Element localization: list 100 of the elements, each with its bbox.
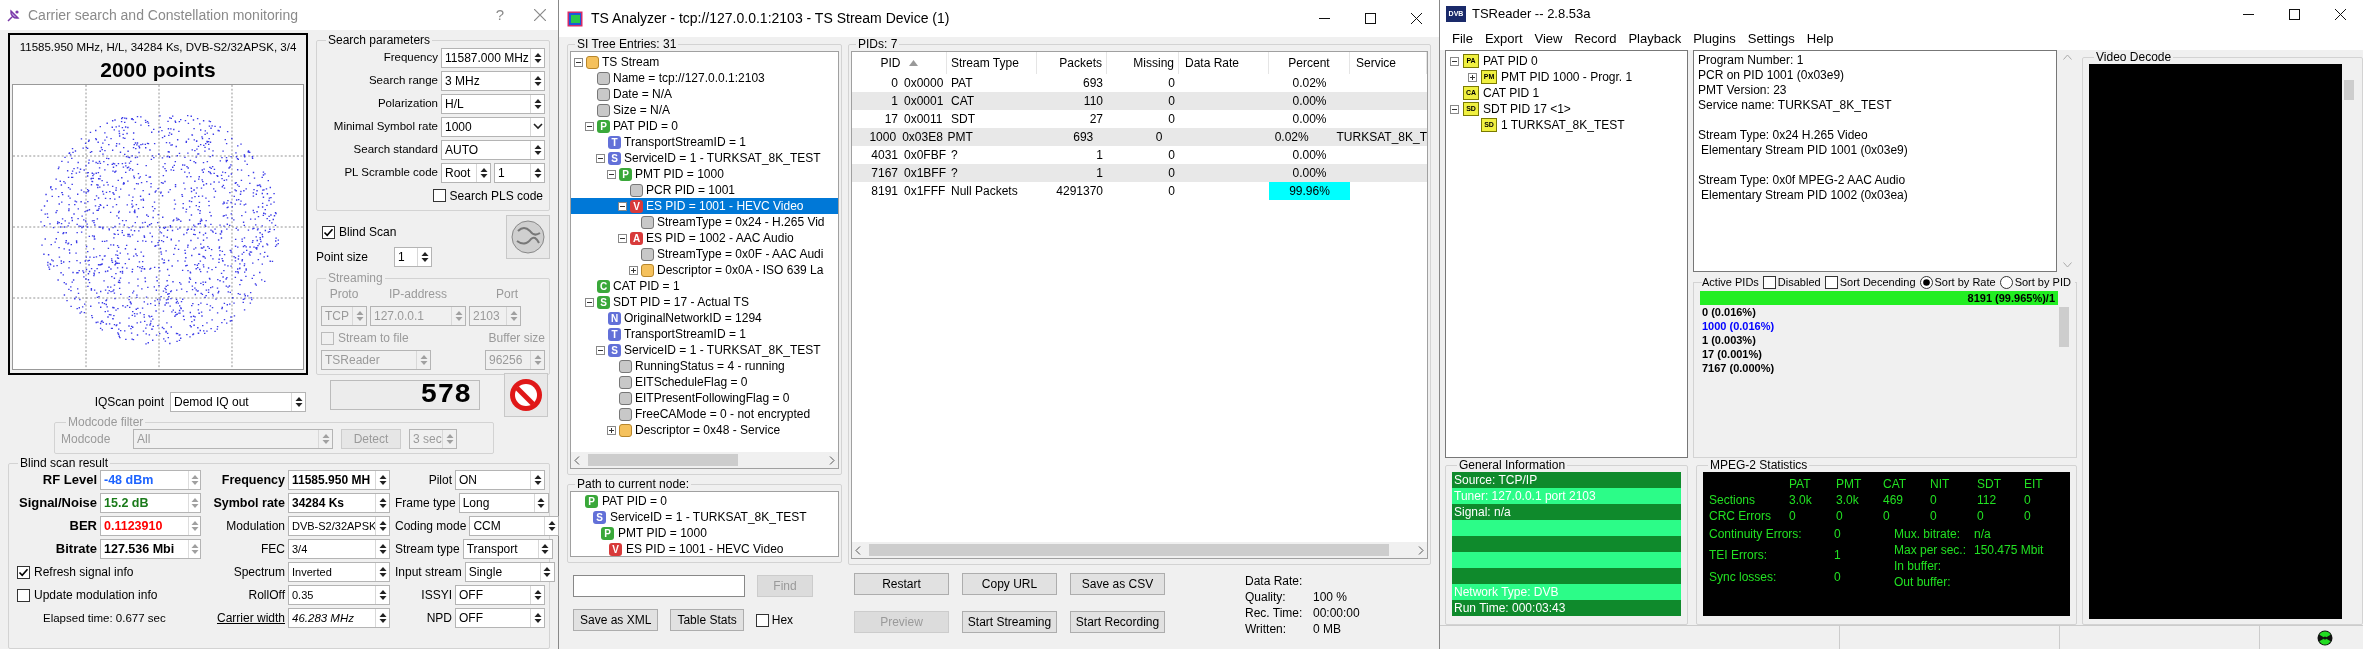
- combo-box[interactable]: Root: [441, 162, 491, 183]
- expand-icon[interactable]: [1468, 72, 1477, 82]
- menu-item[interactable]: Export: [1478, 29, 1529, 49]
- tree-item[interactable]: Date = N/A: [571, 86, 838, 102]
- tree-item[interactable]: V ES PID = 1001 - HEVC Video: [571, 198, 838, 214]
- tree-item[interactable]: FreeCAMode = 0 - not encrypted: [571, 406, 838, 422]
- spin-box[interactable]: -48 dBm: [100, 470, 201, 490]
- collapse-icon[interactable]: [574, 57, 583, 67]
- collapse-icon[interactable]: [618, 201, 627, 211]
- combo-box[interactable]: 1000: [441, 116, 545, 137]
- expand-icon[interactable]: [607, 425, 616, 435]
- tree-item[interactable]: Name = tcp://127.0.0.1:2103: [571, 70, 838, 86]
- radio-button[interactable]: [1919, 275, 1933, 289]
- menu-item[interactable]: File: [1446, 29, 1479, 49]
- tree-item[interactable]: StreamType = 0x24 - H.265 Vid: [571, 214, 838, 230]
- maximize-icon[interactable]: [2288, 8, 2300, 20]
- menu-item[interactable]: Record: [1568, 29, 1623, 49]
- tree-item[interactable]: Descriptor = 0x48 - Service: [571, 422, 838, 438]
- tree-item[interactable]: TS Stream: [571, 54, 838, 70]
- combo-box[interactable]: DVB-S2/32APSK: [288, 516, 390, 536]
- checkbox[interactable]: [17, 588, 30, 602]
- search-field[interactable]: [573, 575, 745, 597]
- combo-box[interactable]: Transport: [462, 539, 553, 559]
- table-row[interactable]: 1 0x0001 CAT 110 0 0.00%: [852, 92, 1427, 110]
- spin-box[interactable]: 34284 Ks: [288, 493, 390, 513]
- menu-item[interactable]: View: [1528, 29, 1569, 49]
- path-item[interactable]: P PMT PID = 1000: [571, 525, 838, 541]
- path-item[interactable]: S ServiceID = 1 - TURKSAT_8K_TEST: [571, 509, 838, 525]
- checkbox[interactable]: [432, 189, 446, 202]
- checkbox[interactable]: [755, 613, 769, 627]
- checkbox[interactable]: [17, 565, 30, 579]
- tree-item[interactable]: Size = N/A: [571, 102, 838, 118]
- action-button[interactable]: Save as CSV: [1070, 573, 1165, 595]
- collapse-icon[interactable]: [1450, 56, 1459, 66]
- action-button[interactable]: Save as XML: [573, 609, 659, 631]
- combo-box[interactable]: ON: [455, 470, 545, 490]
- table-row[interactable]: 7167 0x1BFF ? 1 0 0.00%: [852, 164, 1427, 182]
- collapse-icon[interactable]: [1450, 104, 1459, 114]
- checkbox[interactable]: [1762, 275, 1776, 289]
- maximize-icon[interactable]: [1364, 13, 1376, 24]
- tree-item[interactable]: T TransportStreamID = 1: [571, 326, 838, 342]
- action-button[interactable]: Restart: [854, 573, 949, 595]
- spin-box[interactable]: 46.283 MHz: [288, 608, 390, 628]
- spin-box[interactable]: 1: [394, 247, 432, 267]
- tree-item[interactable]: S SDT PID = 17 - Actual TS: [571, 294, 838, 310]
- combo-box[interactable]: AUTO: [441, 139, 545, 160]
- tree-item[interactable]: S ServiceID = 1 - TURKSAT_8K_TEST: [571, 342, 838, 358]
- spin-box[interactable]: 11585.950 MH: [288, 470, 390, 490]
- stop-button[interactable]: [504, 373, 548, 417]
- combo-box[interactable]: OFF: [455, 585, 545, 605]
- spin-box[interactable]: 1: [494, 162, 545, 183]
- spin-box[interactable]: 0.1123910: [100, 516, 201, 536]
- combo-box[interactable]: Single: [464, 562, 555, 582]
- checkbox[interactable]: [322, 225, 335, 239]
- collapse-icon[interactable]: [607, 169, 616, 179]
- menu-item[interactable]: Settings: [1741, 29, 1801, 49]
- spin-box[interactable]: 11587.000 MHz: [441, 47, 545, 68]
- globe-button[interactable]: [506, 215, 550, 259]
- close-icon[interactable]: [2334, 8, 2346, 20]
- combo-box[interactable]: OFF: [455, 608, 545, 628]
- path-item[interactable]: V ES PID = 1001 - HEVC Video: [571, 541, 838, 557]
- close-icon[interactable]: [1410, 13, 1422, 24]
- carrier-width-link[interactable]: Carrier width: [205, 609, 285, 627]
- combo-box[interactable]: Inverted: [288, 562, 390, 582]
- collapse-icon[interactable]: [596, 345, 605, 355]
- combo-box[interactable]: 3 MHz: [441, 70, 545, 91]
- table-row[interactable]: 1000 0x03E8 PMT 693 0 0.02% TURKSAT_8K_T: [852, 128, 1427, 146]
- tree-item[interactable]: S ServiceID = 1 - TURKSAT_8K_TEST: [571, 150, 838, 166]
- action-button[interactable]: Start Streaming: [962, 611, 1057, 633]
- combo-box[interactable]: Demod IQ out: [170, 392, 306, 412]
- expand-icon[interactable]: [629, 265, 638, 275]
- collapse-icon[interactable]: [585, 297, 594, 307]
- tree-item[interactable]: EITPresentFollowingFlag = 0: [571, 390, 838, 406]
- tree-item[interactable]: StreamType = 0x0F - AAC Audi: [571, 246, 838, 262]
- action-button[interactable]: Table Stats: [670, 609, 744, 631]
- menu-item[interactable]: Plugins: [1687, 29, 1742, 49]
- tree-item[interactable]: Descriptor = 0x0A - ISO 639 La: [571, 262, 838, 278]
- tree-item[interactable]: C CAT PID = 1: [571, 278, 838, 294]
- tree-item[interactable]: PCR PID = 1001: [571, 182, 838, 198]
- checkbox[interactable]: [1824, 275, 1838, 289]
- spin-box[interactable]: 15.2 dB: [100, 493, 201, 513]
- collapse-icon[interactable]: [618, 233, 627, 243]
- combo-box[interactable]: 0.35: [288, 585, 390, 605]
- tree-item[interactable]: P PMT PID = 1000: [571, 166, 838, 182]
- spin-box[interactable]: 127.536 Mbi: [100, 539, 201, 559]
- collapse-icon[interactable]: [585, 121, 594, 131]
- path-item[interactable]: P PAT PID = 0: [571, 493, 838, 509]
- tree-item[interactable]: A ES PID = 1002 - AAC Audio: [571, 230, 838, 246]
- combo-box[interactable]: CCM: [469, 516, 560, 536]
- tree-item[interactable]: EITScheduleFlag = 0: [571, 374, 838, 390]
- tree-item[interactable]: P PAT PID = 0: [571, 118, 838, 134]
- action-button[interactable]: Start Recording: [1070, 611, 1165, 633]
- collapse-icon[interactable]: [596, 153, 605, 163]
- help-button[interactable]: ?: [495, 3, 504, 27]
- combo-box[interactable]: Long: [458, 493, 549, 513]
- menu-item[interactable]: Help: [1800, 29, 1840, 49]
- combo-box[interactable]: 3/4: [288, 539, 390, 559]
- tree-item[interactable]: N OriginalNetworkID = 1294: [571, 310, 838, 326]
- tree-item[interactable]: T TransportStreamID = 1: [571, 134, 838, 150]
- menu-item[interactable]: Playback: [1622, 29, 1688, 49]
